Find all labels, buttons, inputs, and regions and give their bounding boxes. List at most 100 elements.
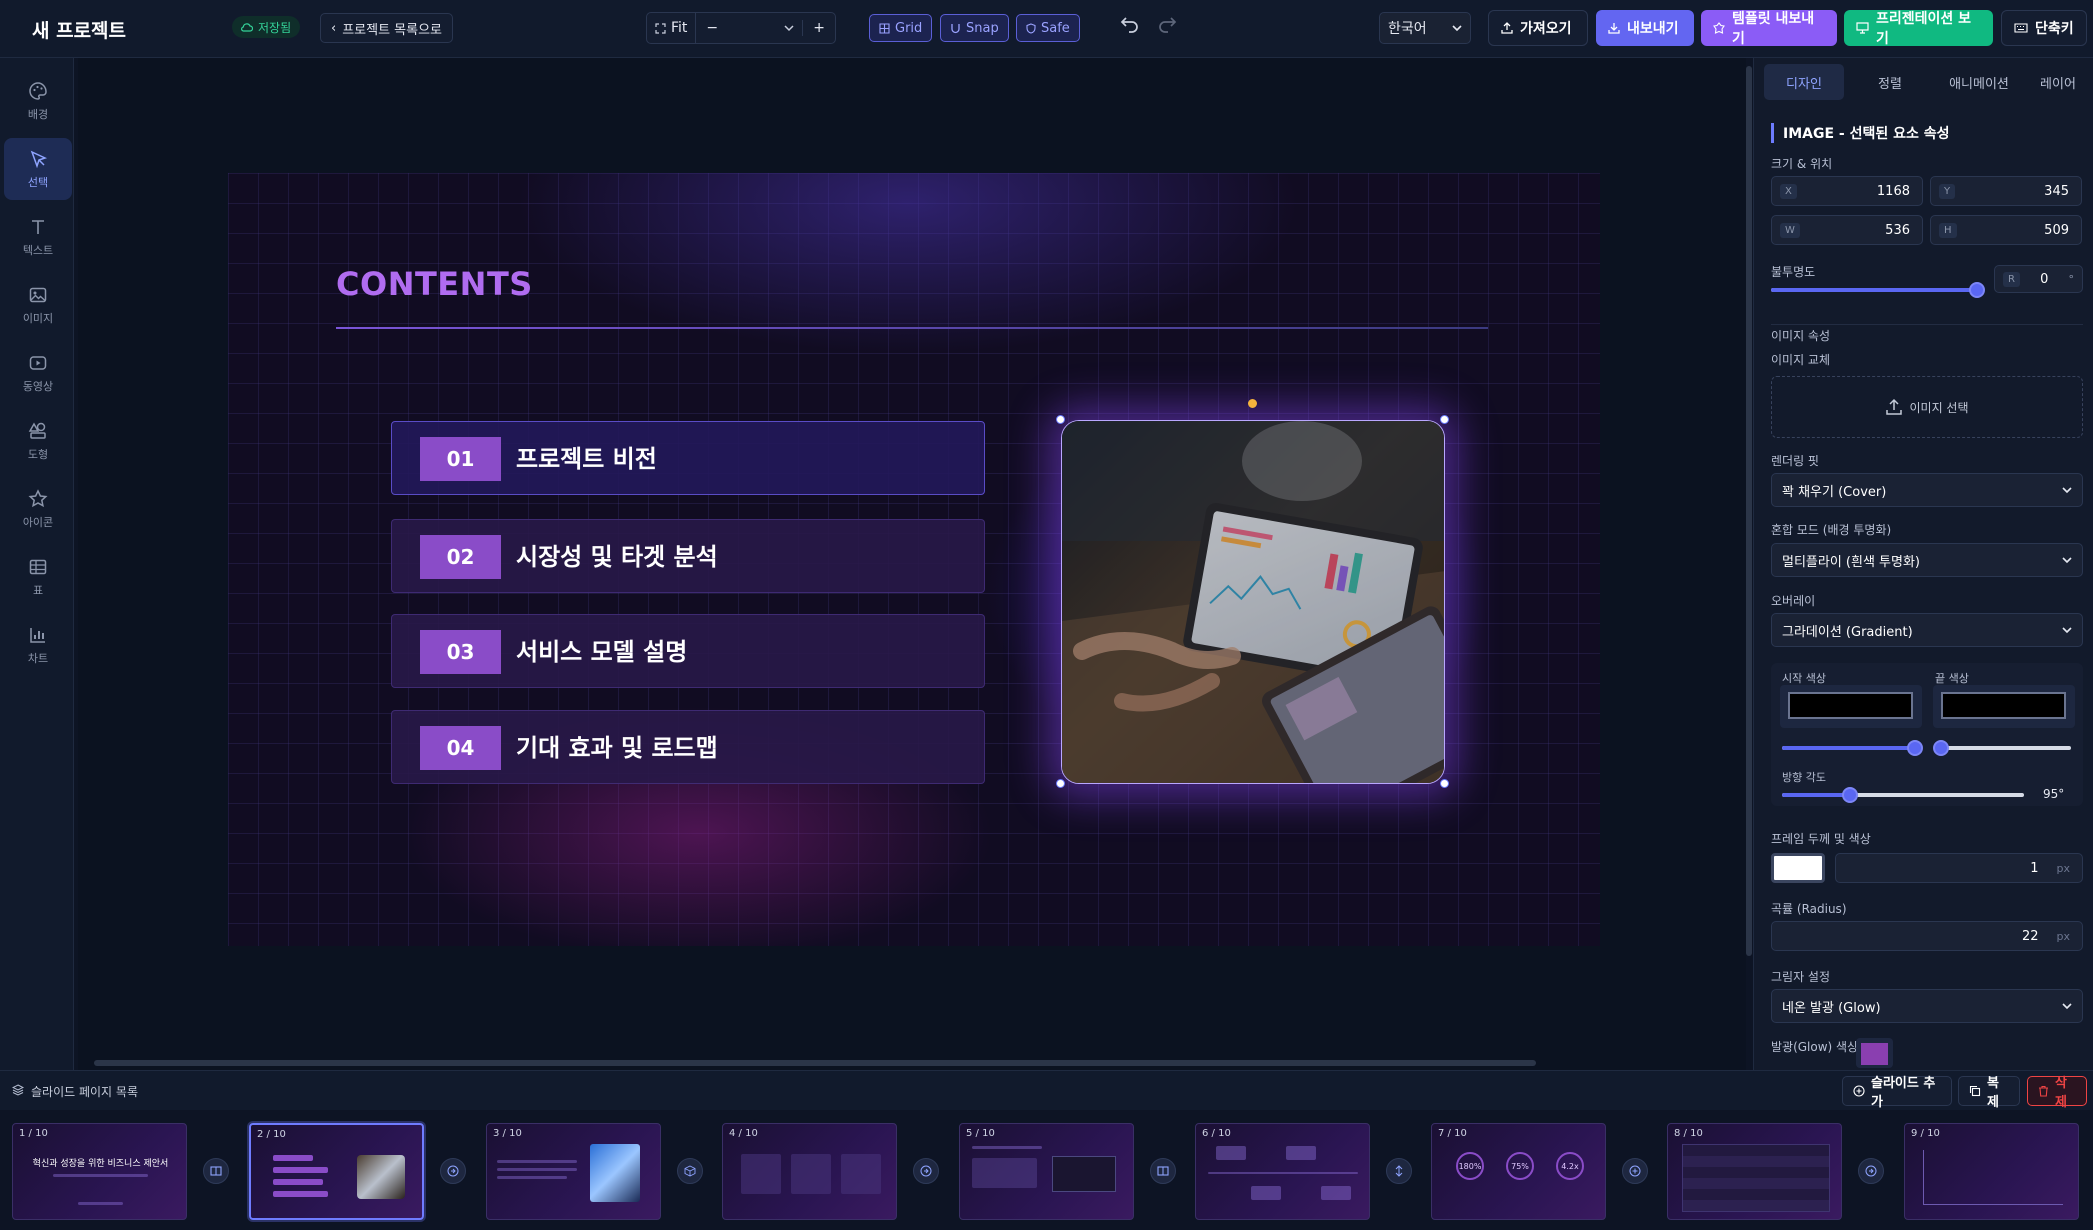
x-input[interactable]: X 1168 [1771,176,1923,206]
tab-layers[interactable]: 레이어 [2028,64,2088,100]
canvas-horizontal-scrollbar[interactable] [94,1060,1536,1066]
canvas-vertical-scrollbar[interactable] [1746,66,1752,956]
safe-toggle[interactable]: Safe [1016,14,1080,42]
slide-thumbnail[interactable]: 6 / 10 [1195,1123,1370,1220]
back-to-projects-button[interactable]: ‹ 프로젝트 목록으로 [320,13,454,43]
slide-thumbnail[interactable]: 7 / 10 180% 75% 4.2x [1431,1123,1606,1220]
slide-thumbnail[interactable]: 4 / 10 [722,1123,897,1220]
slide-thumbnail-active[interactable]: 2 / 10 [249,1123,424,1220]
chevron-down-icon [2062,1002,2072,1010]
contents-item[interactable]: 04 기대 효과 및 로드맵 [391,710,985,784]
direction-slider[interactable] [1782,787,2024,803]
rotate-handle[interactable] [1248,399,1257,408]
add-slide-button[interactable]: 슬라이드 추가 [1842,1076,1952,1110]
transition-button[interactable] [913,1158,939,1184]
y-input[interactable]: Y 345 [1930,176,2082,206]
slide-thumbnail[interactable]: 1 / 10 혁신과 성장을 위한 비즈니스 제안서 [12,1123,187,1220]
start-alpha-slider[interactable] [1782,740,1923,756]
blend-mode-select[interactable]: 멀티플라이 (흰색 투명화) [1771,543,2083,577]
end-alpha-knob[interactable] [1933,740,1949,756]
image-upload-dropzone[interactable]: 이미지 선택 [1771,376,2083,438]
transition-button[interactable] [1150,1158,1176,1184]
glow-color-swatch[interactable] [1856,1038,1893,1068]
zoom-out-button[interactable]: − [696,20,728,36]
rendering-fit-select[interactable]: 꽉 채우기 (Cover) [1771,473,2083,507]
add-slide-label: 슬라이드 추가 [1871,1076,1936,1110]
item-number: 02 [420,535,501,579]
end-alpha-slider[interactable] [1933,740,2071,756]
undo-icon[interactable] [1120,15,1140,33]
zoom-control: Fit − + [646,12,836,44]
sidebar-item-image[interactable]: 이미지 [4,274,72,336]
sidebar-item-background[interactable]: 배경 [4,70,72,132]
resize-handle-top-right[interactable] [1440,415,1449,424]
contents-item[interactable]: 02 시장성 및 타겟 분석 [391,519,985,593]
width-input[interactable]: W 536 [1771,215,1923,245]
duplicate-label: 복제 [1987,1076,1999,1110]
zoom-dropdown[interactable] [728,24,802,32]
start-alpha-knob[interactable] [1907,740,1923,756]
title-divider[interactable] [336,327,1488,329]
sidebar-item-table[interactable]: 표 [4,546,72,608]
sidebar-item-chart[interactable]: 차트 [4,614,72,676]
selected-image[interactable] [1061,420,1445,784]
slide-thumbnail[interactable]: 8 / 10 [1667,1123,1842,1220]
fit-button[interactable]: Fit [647,13,697,43]
sidebar-item-select[interactable]: 선택 [4,138,72,200]
redo-icon[interactable] [1157,15,1177,33]
tab-align[interactable]: 정렬 [1850,64,1930,100]
resize-handle-bottom-right[interactable] [1440,779,1449,788]
opacity-slider-knob[interactable] [1969,282,1985,298]
sidebar-item-label: 텍스트 [22,243,54,257]
presentation-button[interactable]: 프리젠테이션 보기 [1844,10,1993,47]
rotation-value: 0 [2040,271,2049,287]
transition-button[interactable] [1858,1158,1884,1184]
shadow-select[interactable]: 네온 발광 (Glow) [1771,989,2083,1023]
tab-animation[interactable]: 애니메이션 [1934,64,2024,100]
resize-handle-top-left[interactable] [1056,415,1065,424]
import-button[interactable]: 가져오기 [1488,10,1588,46]
duplicate-slide-button[interactable]: 복제 [1958,1076,2020,1110]
tab-design[interactable]: 디자인 [1764,64,1844,100]
delete-slide-button[interactable]: 삭제 [2027,1076,2087,1110]
overlay-select[interactable]: 그라데이션 (Gradient) [1771,613,2083,647]
radius-input[interactable]: 22 px [1771,921,2083,951]
chevron-down-icon [2062,556,2072,564]
rotation-input[interactable]: R 0 ° [1994,265,2083,293]
transition-button[interactable] [440,1158,466,1184]
snap-toggle[interactable]: Snap [940,14,1009,42]
slide-thumbnail[interactable]: 9 / 10 [1904,1123,2079,1220]
transition-button[interactable] [203,1158,229,1184]
transition-button[interactable] [1622,1158,1648,1184]
expand-icon [655,22,666,34]
sidebar-item-icons[interactable]: 아이콘 [4,478,72,540]
height-input[interactable]: H 509 [1930,215,2082,245]
resize-handle-bottom-left[interactable] [1056,779,1065,788]
sidebar-item-text[interactable]: 텍스트 [4,206,72,268]
start-color-swatch[interactable] [1788,692,1913,719]
language-select[interactable]: 한국어 [1379,12,1471,44]
item-number: 01 [420,437,501,481]
opacity-slider[interactable] [1771,282,1985,298]
zoom-in-button[interactable]: + [802,20,835,36]
direction-value: 95° [2043,787,2065,801]
end-color-swatch[interactable] [1941,692,2066,719]
slide-thumbnail[interactable]: 5 / 10 [959,1123,1134,1220]
direction-knob[interactable] [1842,787,1858,803]
slide-canvas[interactable]: CONTENTS 01 프로젝트 비전 02 시장성 및 타겟 분석 03 서비… [228,173,1600,946]
contents-item[interactable]: 03 서비스 모델 설명 [391,614,985,688]
slide-title[interactable]: CONTENTS [336,265,533,303]
shortcuts-button[interactable]: 단축키 [2001,10,2087,46]
transition-button[interactable] [677,1158,703,1184]
transition-button[interactable] [1386,1158,1412,1184]
grid-toggle[interactable]: Grid [869,14,933,42]
contents-item[interactable]: 01 프로젝트 비전 [391,421,985,495]
sidebar-item-shapes[interactable]: 도형 [4,410,72,472]
export-button[interactable]: 내보내기 [1596,10,1694,46]
frame-width-input[interactable]: 1 px [1835,853,2083,883]
frame-color-swatch[interactable] [1771,853,1825,883]
slide-thumbnail[interactable]: 3 / 10 [486,1123,661,1220]
template-export-button[interactable]: 템플릿 내보내기 [1701,10,1837,47]
image-props-label: 이미지 속성 [1771,329,1831,343]
sidebar-item-video[interactable]: 동영상 [4,342,72,404]
